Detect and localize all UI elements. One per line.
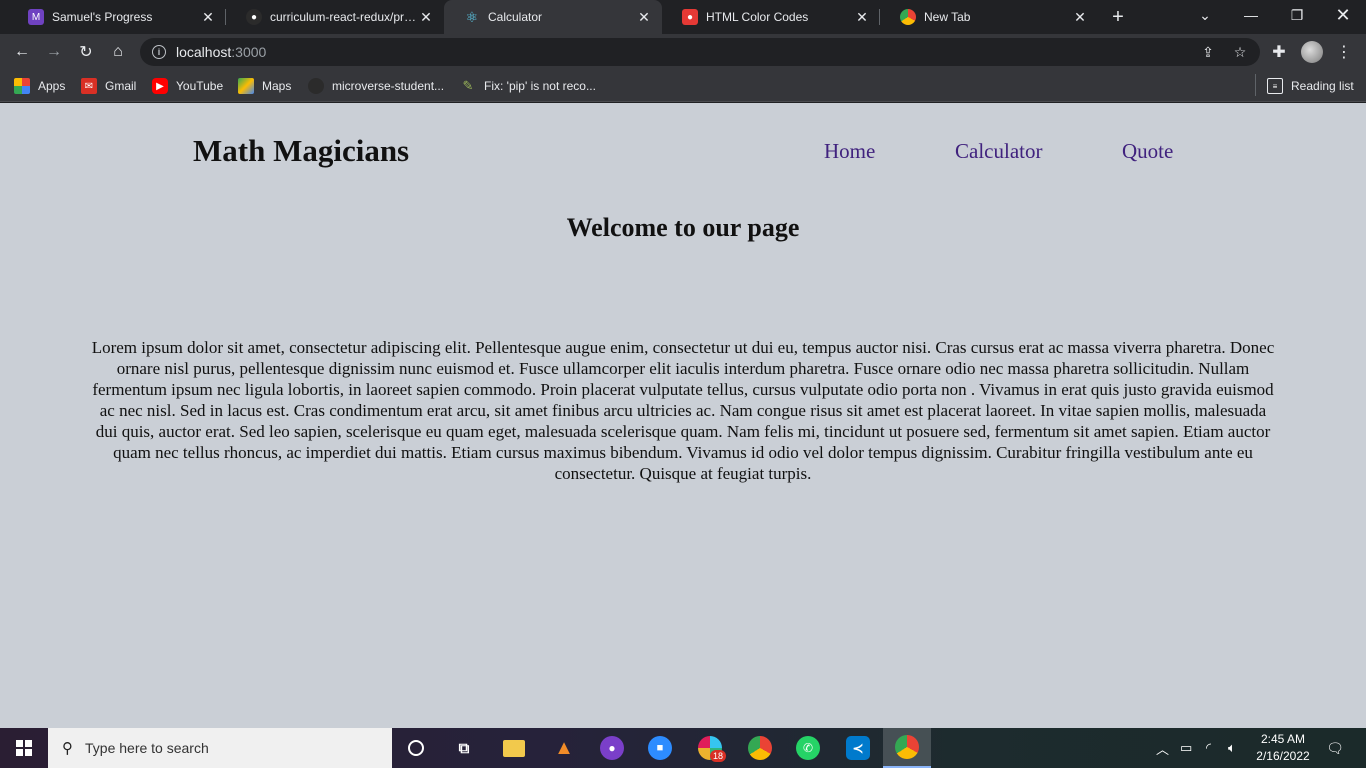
home-icon[interactable]: ⌂ <box>104 38 132 66</box>
task-view-icon: ⧉ <box>458 739 470 757</box>
vlc-cone-icon: ▲ <box>554 736 574 759</box>
nav-link-home[interactable]: Home <box>824 139 875 164</box>
reload-icon[interactable]: ↻ <box>72 38 100 66</box>
system-clock[interactable]: 2:45 AM 2/16/2022 <box>1248 731 1318 765</box>
tab-calculator[interactable]: ⚛ Calculator ✕ <box>444 0 662 34</box>
tab-samuels-progress[interactable]: M Samuel's Progress ✕ <box>8 0 226 34</box>
tab-strip: M Samuel's Progress ✕ ● curriculum-react… <box>0 0 1366 34</box>
taskbar-search[interactable]: ⚲ Type here to search <box>48 728 392 768</box>
windows-logo-icon <box>16 740 32 756</box>
cortana-circle-icon <box>408 740 424 756</box>
page-viewport: Math Magicians Home Calculator Quote Wel… <box>0 103 1366 728</box>
site-info-icon[interactable]: i <box>152 45 166 59</box>
close-icon[interactable]: ✕ <box>418 9 434 25</box>
gmail-icon: ✉ <box>81 78 97 94</box>
address-bar[interactable]: i localhost:3000 ⇪ ☆ <box>140 38 1260 66</box>
file-explorer-button[interactable] <box>490 728 538 768</box>
back-icon[interactable]: ← <box>8 38 36 66</box>
chrome-icon <box>900 9 916 25</box>
maps-icon <box>238 78 254 94</box>
tab-new-tab[interactable]: New Tab ✕ <box>880 0 1098 34</box>
whatsapp-icon: ✆ <box>796 736 820 760</box>
youtube-icon: ▶ <box>152 78 168 94</box>
url-text: localhost:3000 <box>176 44 267 60</box>
lorem-paragraph: Lorem ipsum dolor sit amet, consectetur … <box>91 338 1275 483</box>
reading-list-button[interactable]: ≡ Reading list <box>1267 76 1354 96</box>
github-desktop-button[interactable]: ● <box>588 728 636 768</box>
search-icon: ⚲ <box>62 740 73 757</box>
react-icon: ⚛ <box>465 8 479 25</box>
notification-center-icon[interactable]: 🗨︎ <box>1320 728 1350 768</box>
zoom-camera-icon: ■ <box>648 736 672 760</box>
volume-icon[interactable]: 🔈︎ <box>1228 728 1236 768</box>
chrome-taskbar-button[interactable] <box>736 728 784 768</box>
tab-html-color-codes[interactable]: ● HTML Color Codes ✕ <box>662 0 880 34</box>
github-icon: ● <box>246 9 262 25</box>
vscode-icon: ≺ <box>846 736 870 760</box>
extensions-icon[interactable]: ✚ <box>1265 38 1293 66</box>
slack-button[interactable]: 18 <box>686 728 734 768</box>
chrome-icon <box>895 735 919 759</box>
close-icon[interactable]: ✕ <box>1072 9 1088 25</box>
menu-kebab-icon[interactable]: ⋮ <box>1330 38 1358 66</box>
minimize-icon[interactable]: — <box>1228 0 1274 30</box>
close-icon[interactable]: ✕ <box>636 9 652 25</box>
show-hidden-icons-button[interactable]: ︿ <box>1156 728 1169 768</box>
page-heading: Welcome to our page <box>566 213 800 242</box>
nav-link-quote[interactable]: Quote <box>1122 139 1173 164</box>
bookmark-maps[interactable]: Maps <box>238 76 291 96</box>
vlc-button[interactable]: ▲ <box>540 728 588 768</box>
python-icon: ✎ <box>462 78 474 93</box>
whatsapp-button[interactable]: ✆ <box>784 728 832 768</box>
battery-icon[interactable]: ▭ <box>1180 728 1192 768</box>
task-view-button[interactable]: ⧉ <box>440 728 488 768</box>
brand-title: Math Magicians <box>193 133 410 168</box>
tab-curriculum[interactable]: ● curriculum-react-redux/proje ✕ <box>226 0 444 34</box>
tab-search-chevron-icon[interactable]: ⌄ <box>1182 0 1228 30</box>
close-icon[interactable]: ✕ <box>200 9 216 25</box>
microverse-icon: M <box>28 9 44 25</box>
github-icon <box>308 78 324 94</box>
github-desktop-icon: ● <box>600 736 624 760</box>
profile-avatar[interactable] <box>1301 41 1323 63</box>
start-button[interactable] <box>0 728 48 768</box>
bookmark-youtube[interactable]: ▶ YouTube <box>152 76 223 96</box>
bookmark-microverse-student[interactable]: microverse-student... <box>308 76 444 96</box>
close-icon[interactable]: ✕ <box>854 9 870 25</box>
new-tab-button[interactable]: + <box>1106 5 1130 29</box>
bookmark-star-icon[interactable]: ☆ <box>1228 42 1252 62</box>
vscode-button[interactable]: ≺ <box>834 728 882 768</box>
zoom-button[interactable]: ■ <box>636 728 684 768</box>
bookmarks-bar: Apps ✉ Gmail ▶ YouTube Maps microverse-s… <box>0 70 1366 102</box>
browser-toolbar: ← → ↻ ⌂ i localhost:3000 ⇪ ☆ ✚ ⋮ <box>0 34 1366 70</box>
cortana-button[interactable] <box>392 728 440 768</box>
bookmark-gmail[interactable]: ✉ Gmail <box>81 76 136 96</box>
apps-grid-icon <box>14 78 30 94</box>
windows-taskbar: ⚲ Type here to search ⧉ ▲ ● ■ 18 ✆ ≺ ︿ ▭… <box>0 728 1366 768</box>
chevron-up-icon: ︿ <box>1156 741 1170 757</box>
window-close-icon[interactable]: ✕ <box>1320 0 1366 30</box>
slack-notification-badge: 18 <box>709 750 726 762</box>
html-color-icon: ● <box>682 9 698 25</box>
chrome-active-button[interactable] <box>883 728 931 768</box>
folder-icon <box>503 739 525 757</box>
bookmark-apps[interactable]: Apps <box>14 76 65 96</box>
chrome-icon <box>748 736 772 760</box>
forward-icon[interactable]: → <box>40 38 68 66</box>
nav-link-calculator[interactable]: Calculator <box>955 139 1042 164</box>
wifi-icon[interactable]: ◜ <box>1206 728 1211 768</box>
share-icon[interactable]: ⇪ <box>1196 42 1220 62</box>
reading-list-icon: ≡ <box>1267 78 1283 94</box>
restore-icon[interactable]: ❐ <box>1274 0 1320 30</box>
bookmark-fix-pip[interactable]: ✎ Fix: 'pip' is not reco... <box>460 76 596 96</box>
